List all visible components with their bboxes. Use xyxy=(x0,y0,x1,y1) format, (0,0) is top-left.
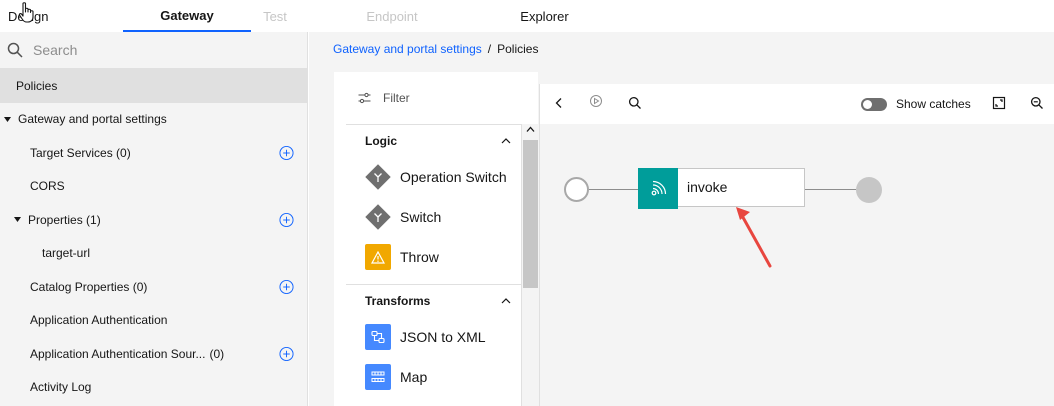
red-arrow-annotation-icon xyxy=(736,207,772,268)
breadcrumb: Gateway and portal settings / Policies xyxy=(333,42,538,56)
sidebar-item-target-services[interactable]: Target Services (0) xyxy=(0,136,307,170)
scroll-up-icon[interactable] xyxy=(526,125,535,134)
chevron-up-icon[interactable] xyxy=(501,298,511,304)
zoom-out-icon[interactable] xyxy=(1030,96,1044,110)
tab-test[interactable]: Test xyxy=(251,0,299,32)
palette-item-operation-switch[interactable]: Operation Switch xyxy=(346,157,521,197)
sidebar-item-label: Policies xyxy=(16,78,58,93)
search-icon xyxy=(7,42,23,58)
scrollbar-thumb[interactable] xyxy=(523,140,538,288)
tab-explorer[interactable]: Explorer xyxy=(485,0,604,32)
caret-down-icon[interactable] xyxy=(3,115,11,123)
operation-switch-icon xyxy=(365,164,391,190)
palette-list: Logic Operation Switch Switch Throw Tran… xyxy=(346,124,521,406)
sidebar-item-label: Activity Log xyxy=(30,380,92,395)
flow-canvas[interactable]: invoke xyxy=(539,124,1054,406)
collapse-left-icon[interactable] xyxy=(552,96,566,110)
palette-item-json-to-xml[interactable]: JSON to XML xyxy=(346,317,521,357)
policy-palette: Filter Logic Operation Switch Switch Thr… xyxy=(334,72,538,406)
show-catches-toggle[interactable] xyxy=(861,98,887,111)
map-icon xyxy=(365,364,391,390)
palette-item-label: JSON to XML xyxy=(400,329,486,345)
sidebar-item-application-authentication-source[interactable]: Application Authentication Sour... (0) xyxy=(0,337,307,371)
sidebar-item-label: Properties (1) xyxy=(28,212,101,227)
sidebar-item-label: target-url xyxy=(42,246,91,261)
play-icon[interactable] xyxy=(589,94,603,108)
filter-settings-icon xyxy=(358,92,371,103)
sidebar-item-label: Gateway and portal settings xyxy=(18,112,167,127)
search-canvas-icon[interactable] xyxy=(628,96,642,110)
switch-icon xyxy=(365,204,391,230)
flow-connector xyxy=(589,189,639,190)
sidebar-item-label: Application Authentication Sour... xyxy=(30,346,206,361)
sidebar: Policies Gateway and portal settings Tar… xyxy=(0,32,308,406)
add-auth-source-icon[interactable] xyxy=(279,346,294,361)
invoke-policy-node[interactable]: invoke xyxy=(638,168,805,209)
search-input[interactable] xyxy=(33,42,283,58)
search-box xyxy=(0,32,307,69)
sidebar-item-policies[interactable]: Policies xyxy=(0,69,307,103)
flow-end-node[interactable] xyxy=(856,177,882,203)
hand-cursor-icon xyxy=(18,2,34,23)
sidebar-item-label: Catalog Properties (0) xyxy=(30,279,148,294)
warning-icon xyxy=(365,244,391,270)
sidebar-item-target-url[interactable]: target-url xyxy=(0,237,307,271)
caret-down-icon[interactable] xyxy=(13,216,21,224)
palette-item-label: Switch xyxy=(400,209,442,225)
sidebar-item-label: Target Services (0) xyxy=(30,145,131,160)
breadcrumb-link[interactable]: Gateway and portal settings xyxy=(333,42,482,56)
palette-item-label: Throw xyxy=(400,249,439,265)
canvas-toolbar: Show catches xyxy=(539,84,1054,124)
palette-item-label: Map xyxy=(400,369,428,385)
tab-gateway[interactable]: Gateway xyxy=(123,0,251,32)
section-logic-header[interactable]: Logic xyxy=(346,125,521,157)
sidebar-item-gateway-portal-settings[interactable]: Gateway and portal settings xyxy=(0,103,307,137)
chevron-up-icon[interactable] xyxy=(501,138,511,144)
tab-endpoint[interactable]: Endpoint xyxy=(299,0,485,32)
add-catalog-property-icon[interactable] xyxy=(279,279,294,294)
fit-to-screen-icon[interactable] xyxy=(992,96,1006,110)
top-tab-bar: Design Gateway Test Endpoint Explorer xyxy=(0,0,640,32)
sidebar-item-cors[interactable]: CORS xyxy=(0,170,307,204)
add-property-icon[interactable] xyxy=(279,212,294,227)
flow-connector xyxy=(805,189,856,190)
palette-item-map[interactable]: Map xyxy=(346,357,521,397)
section-title: Logic xyxy=(365,134,397,148)
show-catches-label: Show catches xyxy=(896,97,971,111)
breadcrumb-current: Policies xyxy=(497,42,539,56)
section-title: Transforms xyxy=(365,294,431,308)
invoke-label: invoke xyxy=(687,179,728,195)
sidebar-item-activity-log[interactable]: Activity Log xyxy=(0,371,307,405)
flow-start-node[interactable] xyxy=(564,177,589,202)
sidebar-item-label: CORS xyxy=(30,179,65,194)
sidebar-item-label: Application Authentication xyxy=(30,313,168,328)
breadcrumb-separator: / xyxy=(487,42,492,56)
sidebar-item-catalog-properties[interactable]: Catalog Properties (0) xyxy=(0,270,307,304)
palette-filter[interactable]: Filter xyxy=(334,72,538,124)
filter-label: Filter xyxy=(383,91,410,105)
sidebar-item-properties[interactable]: Properties (1) xyxy=(0,203,307,237)
json-to-xml-icon xyxy=(365,324,391,350)
palette-item-label: Operation Switch xyxy=(400,169,507,185)
sidebar-item-application-authentication[interactable]: Application Authentication xyxy=(0,304,307,338)
palette-scrollbar[interactable] xyxy=(521,124,538,406)
add-target-service-icon[interactable] xyxy=(279,145,294,160)
sidebar-item-count: (0) xyxy=(209,346,225,361)
section-transforms-header[interactable]: Transforms xyxy=(346,285,521,317)
palette-item-switch[interactable]: Switch xyxy=(346,197,521,237)
palette-item-throw[interactable]: Throw xyxy=(346,237,521,277)
invoke-icon xyxy=(638,168,678,209)
